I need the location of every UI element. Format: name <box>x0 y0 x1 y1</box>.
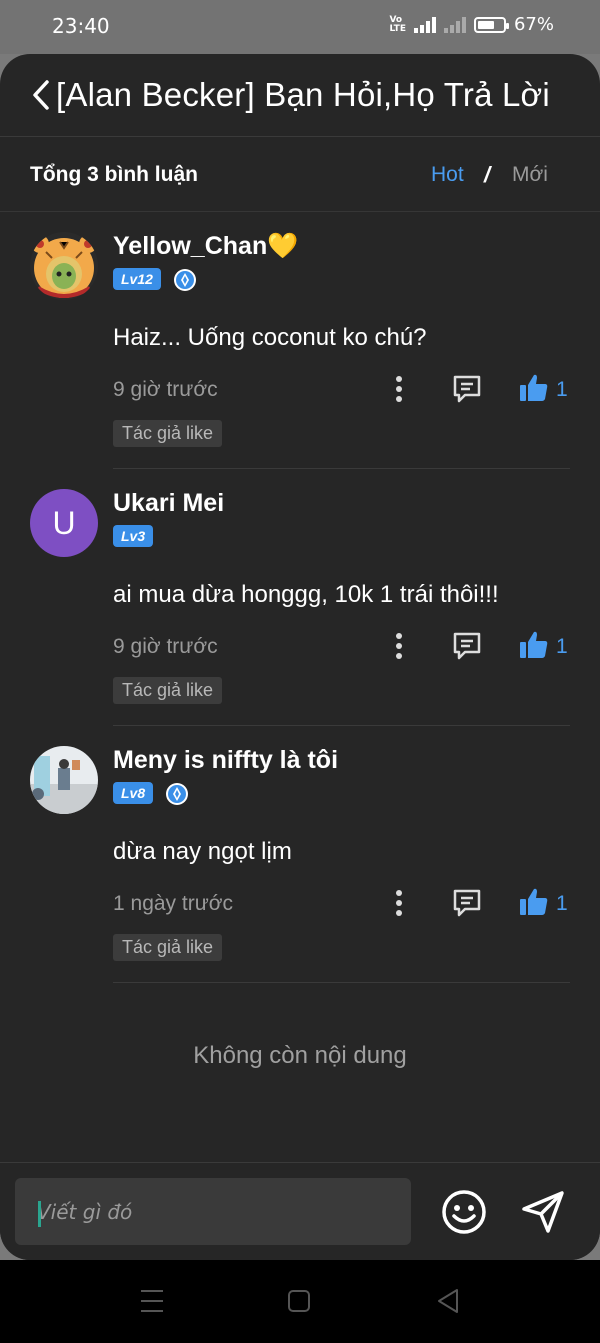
verified-badge-icon <box>166 783 188 805</box>
tiger-avatar-icon <box>30 232 98 300</box>
like-thumb-icon[interactable] <box>518 886 550 918</box>
author-like-badge: Tác giả like <box>113 420 223 447</box>
header: [Alan Becker] Bạn Hỏi,Họ Trả Lời <box>0 54 600 137</box>
level-badge: Lv12 <box>113 268 161 290</box>
status-time: 23:40 <box>52 14 110 38</box>
reply-icon[interactable] <box>451 374 483 404</box>
username[interactable]: Yellow_Chan💛 <box>113 232 298 261</box>
comment-item: U Ukari Mei Lv3 ai mua dừa honggg, 10k 1… <box>0 469 600 726</box>
sort-separator: / <box>484 162 491 187</box>
comment-time: 9 giờ trước <box>113 378 218 401</box>
text-caret <box>38 1201 41 1227</box>
photo-avatar-icon <box>30 746 98 814</box>
status-bar: 23:40 Vo LTE 67% <box>0 0 600 54</box>
like-count: 1 <box>556 892 568 915</box>
username[interactable]: Meny is niffty là tôi <box>113 746 338 775</box>
avatar[interactable]: U <box>30 489 98 557</box>
like-thumb-icon[interactable] <box>518 629 550 661</box>
comment-input[interactable] <box>15 1178 411 1245</box>
menu-icon[interactable] <box>140 1288 164 1314</box>
level-badge: Lv3 <box>113 525 154 547</box>
signal-icon <box>413 16 436 33</box>
comment-item: Meny is niffty là tôi Lv8 dừa nay ngọt l… <box>0 726 600 983</box>
battery-percent: 67% <box>513 14 554 35</box>
signal-2-icon <box>443 16 466 33</box>
comment-item: Yellow_Chan💛 Lv12 Haiz... Uống coconut k… <box>0 212 600 469</box>
home-icon[interactable] <box>288 1290 310 1312</box>
send-icon[interactable] <box>520 1189 566 1235</box>
emoji-icon[interactable] <box>441 1189 487 1235</box>
level-badge: Lv8 <box>113 782 154 804</box>
comment-time: 1 ngày trước <box>113 892 234 915</box>
comments-sheet: [Alan Becker] Bạn Hỏi,Họ Trả Lời Tổng 3 … <box>0 54 600 1260</box>
sort-hot-tab[interactable]: Hot <box>431 163 464 187</box>
like-count: 1 <box>556 378 568 401</box>
comment-input-bar <box>0 1162 600 1260</box>
comment-text: ai mua dừa honggg, 10k 1 trái thôi!!! <box>113 581 499 608</box>
more-options-icon[interactable] <box>388 631 410 661</box>
comment-text: dừa nay ngọt lịm <box>113 838 292 865</box>
more-options-icon[interactable] <box>388 374 410 404</box>
sort-new-tab[interactable]: Mới <box>512 163 548 187</box>
like-thumb-icon[interactable] <box>518 372 550 404</box>
comment-text: Haiz... Uống coconut ko chú? <box>113 324 427 351</box>
verified-badge-icon <box>174 269 196 291</box>
comment-count: Tổng 3 bình luận <box>30 163 198 186</box>
battery-icon <box>473 16 509 33</box>
username[interactable]: Ukari Mei <box>113 489 224 518</box>
page-title: [Alan Becker] Bạn Hỏi,Họ Trả Lời <box>56 76 550 113</box>
back-arrow-icon[interactable] <box>30 78 52 112</box>
end-of-list-text: Không còn nội dung <box>193 1042 407 1069</box>
avatar[interactable] <box>30 232 98 300</box>
more-options-icon[interactable] <box>388 888 410 918</box>
reply-icon[interactable] <box>451 888 483 918</box>
system-nav-bar <box>0 1260 600 1343</box>
divider <box>113 982 570 983</box>
like-count: 1 <box>556 635 568 658</box>
nav-back-icon[interactable] <box>436 1288 460 1314</box>
volte-icon: Vo LTE <box>389 14 406 34</box>
comment-time: 9 giờ trước <box>113 635 218 658</box>
avatar[interactable] <box>30 746 98 814</box>
comment-toolbar: Tổng 3 bình luận Hot / Mới <box>0 137 600 212</box>
reply-icon[interactable] <box>451 631 483 661</box>
author-like-badge: Tác giả like <box>113 677 223 704</box>
status-icons: Vo LTE 67% <box>389 14 554 35</box>
author-like-badge: Tác giả like <box>113 934 223 961</box>
